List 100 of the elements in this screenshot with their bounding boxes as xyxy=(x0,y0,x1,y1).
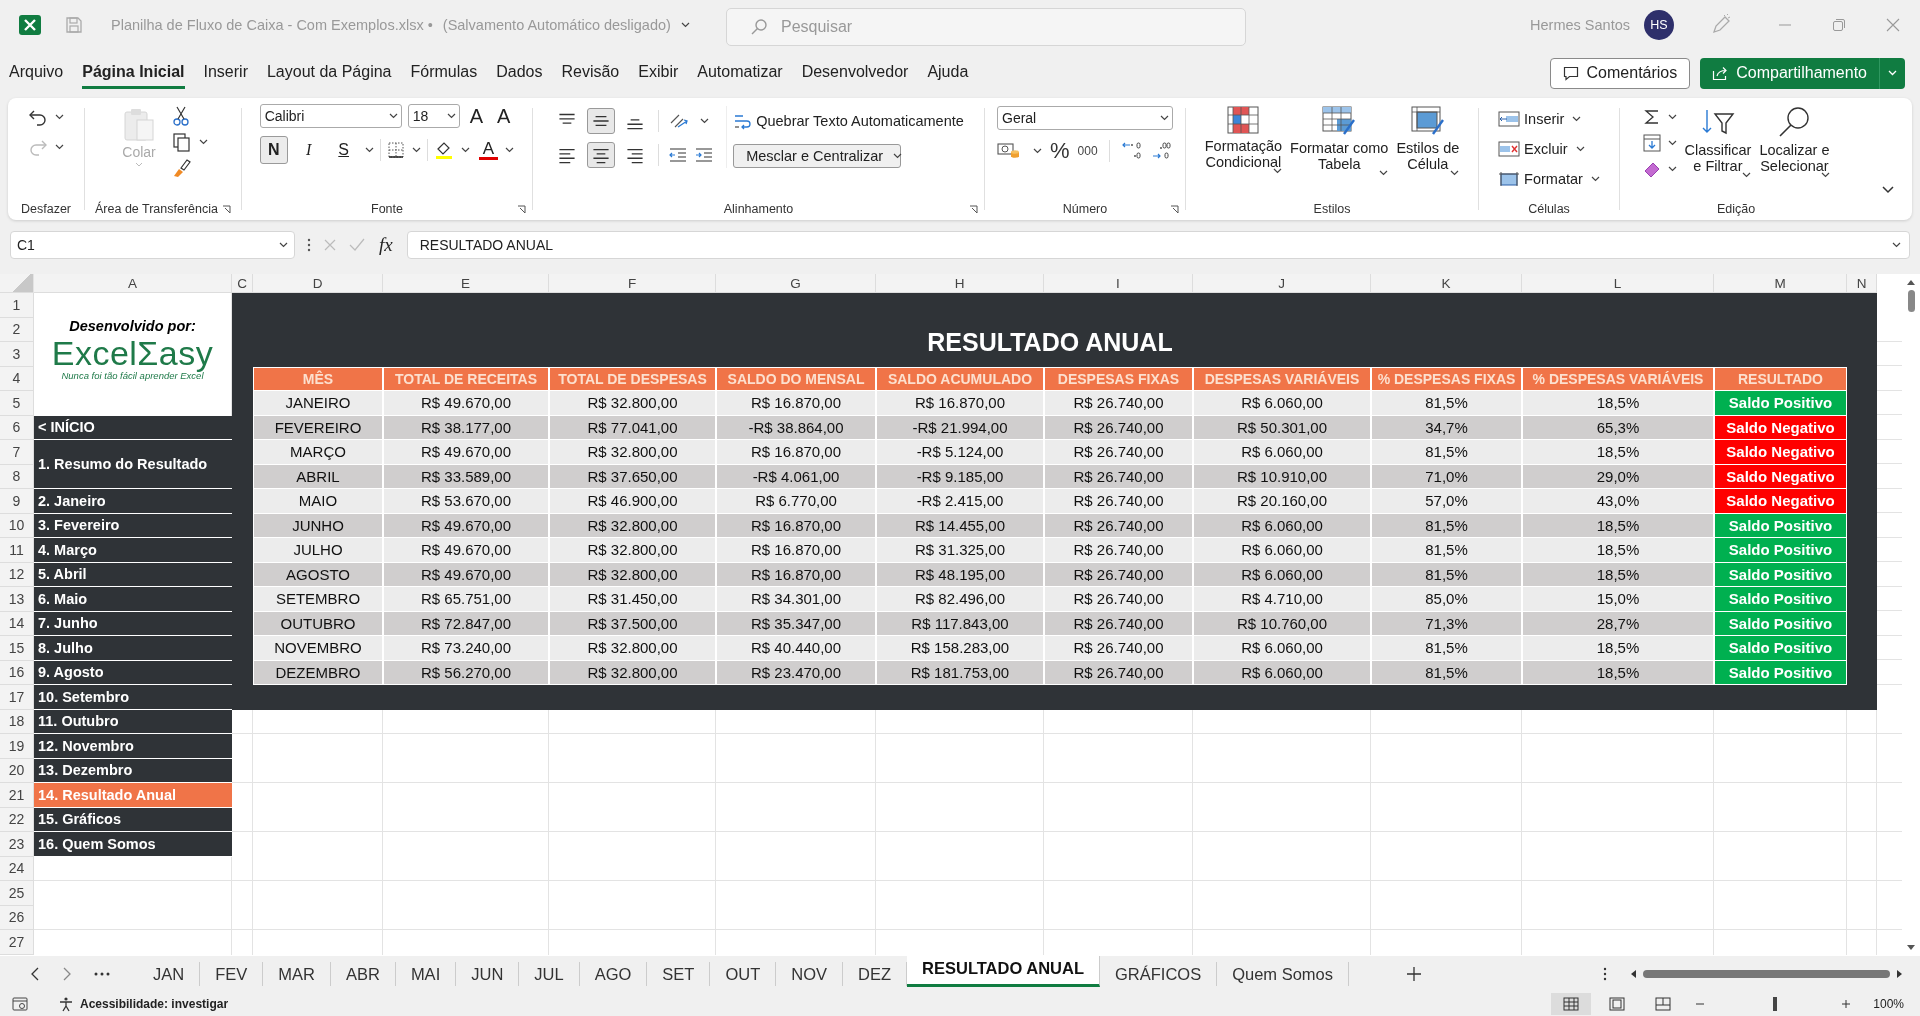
zoom-slider-thumb[interactable] xyxy=(1773,997,1778,1011)
sheet-tab[interactable]: MAI xyxy=(395,962,457,986)
row-number[interactable]: 3 xyxy=(0,342,34,367)
nav-link[interactable]: 2. Janeiro xyxy=(34,489,232,514)
column-header[interactable]: I xyxy=(1044,274,1193,293)
sheet-tab[interactable]: NOV xyxy=(776,962,844,986)
row-number[interactable]: 16 xyxy=(0,660,34,685)
row-number[interactable]: 9 xyxy=(0,489,34,514)
column-header[interactable]: J xyxy=(1193,274,1371,293)
row-number[interactable]: 15 xyxy=(0,636,34,661)
row-number[interactable]: 8 xyxy=(0,464,34,489)
zoom-level[interactable]: 100% xyxy=(1873,997,1904,1011)
copy-icon[interactable] xyxy=(171,132,192,152)
nav-link[interactable]: 16. Quem Somos xyxy=(34,832,232,857)
caret-icon[interactable] xyxy=(55,114,64,120)
zoom-in-icon[interactable] xyxy=(1841,999,1852,1009)
caret-icon[interactable] xyxy=(1450,170,1460,177)
grow-font-button[interactable]: A xyxy=(465,104,487,128)
style-button[interactable]: Estilos de Célula xyxy=(1396,106,1460,177)
nav-link[interactable]: 10. Setembro xyxy=(34,685,232,710)
menu-tab[interactable]: Layout da Página xyxy=(266,57,392,89)
accessibility-status[interactable]: Acessibilidade: investigar xyxy=(80,997,229,1011)
undo-icon[interactable] xyxy=(28,108,48,126)
search-field[interactable]: Pesquisar xyxy=(726,8,1246,46)
sheet-tab[interactable]: ABR xyxy=(330,962,396,986)
column-header[interactable]: E xyxy=(383,274,549,293)
next-sheet-icon[interactable] xyxy=(62,967,72,981)
increase-decimal-icon[interactable] xyxy=(1120,140,1143,162)
sheet-tab[interactable]: JUN xyxy=(456,962,520,986)
decrease-decimal-icon[interactable] xyxy=(1150,140,1173,162)
caret-icon[interactable] xyxy=(1590,176,1600,182)
row-number[interactable]: 1 xyxy=(0,293,34,318)
caret-icon[interactable] xyxy=(460,147,470,153)
menu-tab[interactable]: Automatizar xyxy=(697,57,783,89)
row-number[interactable]: 22 xyxy=(0,807,34,832)
decrease-indent-icon[interactable] xyxy=(668,146,689,164)
accounting-icon[interactable] xyxy=(997,141,1021,161)
dialog-launcher-icon[interactable] xyxy=(969,204,978,214)
row-number[interactable]: 7 xyxy=(0,440,34,465)
column-header[interactable]: F xyxy=(549,274,716,293)
nav-link[interactable]: 9. Agosto xyxy=(34,660,232,685)
column-header[interactable]: G xyxy=(716,274,876,293)
more-icon[interactable] xyxy=(307,238,311,252)
column-header[interactable]: L xyxy=(1522,274,1714,293)
scroll-down-icon[interactable] xyxy=(1906,944,1916,952)
scissors-icon[interactable] xyxy=(171,106,190,126)
editing-button[interactable]: Classificar e Filtrar xyxy=(1684,106,1752,179)
column-header[interactable]: C xyxy=(232,274,253,293)
row-number[interactable]: 19 xyxy=(0,734,34,759)
caret-icon[interactable] xyxy=(1742,172,1752,179)
menu-tab[interactable]: Revisão xyxy=(561,57,620,89)
column-header[interactable]: H xyxy=(876,274,1044,293)
scrollbar-thumb[interactable] xyxy=(1643,970,1890,978)
merge-center-button[interactable]: Mesclar e Centralizar xyxy=(733,144,902,168)
menu-tab[interactable]: Página Inicial xyxy=(82,57,185,89)
comments-button[interactable]: Comentários xyxy=(1549,57,1691,89)
user-avatar[interactable]: HS xyxy=(1644,10,1674,40)
caret-icon[interactable] xyxy=(893,153,903,159)
row-number[interactable]: 23 xyxy=(0,832,34,857)
scroll-up-icon[interactable] xyxy=(1906,278,1916,286)
sheet-tab[interactable]: JUL xyxy=(519,962,580,986)
row-number[interactable]: 5 xyxy=(0,391,34,416)
check-icon[interactable] xyxy=(349,238,365,252)
format-painter-icon[interactable] xyxy=(171,158,192,178)
row-number[interactable]: 13 xyxy=(0,587,34,612)
caret-icon[interactable] xyxy=(1273,168,1283,175)
underline-button[interactable]: S xyxy=(329,136,358,164)
row-number[interactable]: 24 xyxy=(0,856,34,881)
column-header[interactable]: K xyxy=(1371,274,1522,293)
fill-color-icon[interactable] xyxy=(433,140,454,160)
caret-icon[interactable] xyxy=(1667,140,1677,146)
nav-link[interactable]: 13. Dezembro xyxy=(34,758,232,783)
scroll-right-icon[interactable] xyxy=(1896,969,1904,979)
nav-link[interactable]: 5. Abril xyxy=(34,562,232,587)
dialog-launcher-icon[interactable] xyxy=(222,204,231,214)
caret-icon[interactable] xyxy=(1575,146,1585,152)
caret-icon[interactable] xyxy=(505,147,514,153)
menu-tab[interactable]: Dados xyxy=(496,57,543,89)
caret-icon[interactable] xyxy=(1379,170,1389,177)
nav-link[interactable]: 3. Fevereiro xyxy=(34,513,232,538)
style-button[interactable]: Formatar como Tabela xyxy=(1290,106,1389,177)
sheet-tab[interactable]: GRÁFICOS xyxy=(1100,962,1218,986)
row-number[interactable]: 11 xyxy=(0,538,34,563)
row-number[interactable]: 27 xyxy=(0,930,34,955)
sheet-tab[interactable]: FEV xyxy=(200,962,264,986)
previous-sheet-icon[interactable] xyxy=(30,967,40,981)
more-icon[interactable] xyxy=(1603,967,1607,981)
caret-icon[interactable] xyxy=(1572,116,1582,122)
caret-icon[interactable] xyxy=(1892,242,1901,248)
column-header[interactable]: A xyxy=(34,274,232,293)
nav-link[interactable]: 6. Maio xyxy=(34,587,232,612)
cells-button[interactable]: Formatar xyxy=(1498,166,1600,192)
vertical-align-icon[interactable] xyxy=(587,108,616,134)
more-sheets-icon[interactable] xyxy=(94,972,110,976)
sheet-tab[interactable]: Quem Somos xyxy=(1217,962,1350,986)
row-number[interactable]: 2 xyxy=(0,317,34,342)
view-button[interactable] xyxy=(1551,993,1592,1015)
caret-icon[interactable] xyxy=(55,144,64,150)
nav-link[interactable]: 12. Novembro xyxy=(34,734,232,759)
shrink-font-button[interactable]: A xyxy=(493,104,515,128)
